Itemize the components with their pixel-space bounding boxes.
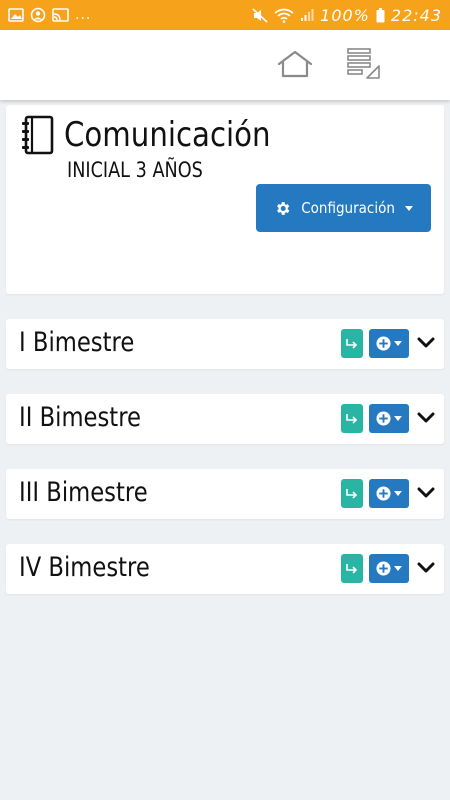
enter-arrow-icon [346, 413, 358, 424]
enter-button[interactable] [341, 404, 363, 433]
wifi-icon [274, 8, 294, 23]
bimestre-row-2[interactable]: II Bimestre [6, 394, 444, 444]
course-title: Comunicación [64, 115, 271, 155]
menu-button[interactable] [342, 44, 386, 84]
gear-icon [277, 201, 290, 215]
bimestre-label: IV Bimestre [19, 552, 150, 583]
enter-arrow-icon [346, 338, 358, 349]
enter-arrow-icon [346, 488, 358, 499]
battery-icon [376, 7, 385, 23]
add-dropdown-button[interactable] [369, 404, 409, 433]
plus-circle-icon [376, 486, 391, 501]
chevron-down-icon [417, 487, 435, 498]
bimestre-row-3[interactable]: III Bimestre [6, 469, 444, 519]
chevron-down-icon [417, 337, 435, 348]
expand-chevron[interactable] [416, 558, 436, 578]
gallery-icon [8, 8, 24, 22]
plus-circle-icon [376, 336, 391, 351]
caret-down-icon [394, 416, 402, 421]
status-bar: ... 100% 22:43 [0, 0, 450, 30]
status-left: ... [8, 7, 91, 23]
mute-icon [252, 7, 268, 23]
battery-percent: 100% [320, 5, 370, 25]
caret-down-icon [394, 491, 402, 496]
notebook-icon [22, 115, 54, 155]
chevron-down-icon [417, 562, 435, 573]
status-time: 22:43 [390, 5, 442, 25]
expand-chevron[interactable] [416, 333, 436, 353]
signal-icon [300, 8, 314, 22]
bimestre-label: II Bimestre [19, 402, 141, 433]
cast-icon [52, 8, 69, 22]
enter-arrow-icon [346, 563, 358, 574]
enter-button[interactable] [341, 554, 363, 583]
add-dropdown-button[interactable] [369, 479, 409, 508]
caret-down-icon [394, 566, 402, 571]
configuracion-label: Configuración [301, 199, 395, 217]
expand-chevron[interactable] [416, 408, 436, 428]
home-button[interactable] [273, 44, 317, 84]
bimestre-row-4[interactable]: IV Bimestre [6, 544, 444, 594]
status-right: 100% 22:43 [252, 6, 442, 25]
bimestre-row-1[interactable]: I Bimestre [6, 319, 444, 369]
app-header [0, 30, 450, 100]
status-more-dots: ... [75, 7, 92, 23]
home-icon [277, 50, 313, 78]
caret-down-icon [405, 205, 414, 211]
bimestre-label: III Bimestre [19, 477, 148, 508]
enter-button[interactable] [341, 479, 363, 508]
configuracion-button[interactable]: Configuración [256, 184, 431, 232]
chevron-down-icon [417, 412, 435, 423]
caret-down-icon [394, 341, 402, 346]
plus-circle-icon [376, 561, 391, 576]
bimestre-label: I Bimestre [19, 327, 135, 358]
add-dropdown-button[interactable] [369, 329, 409, 358]
plus-circle-icon [376, 411, 391, 426]
enter-button[interactable] [341, 329, 363, 358]
course-card: Comunicación INICIAL 3 AÑOS Configuració… [6, 105, 444, 294]
add-dropdown-button[interactable] [369, 554, 409, 583]
account-icon [30, 7, 46, 23]
menu-icon [347, 48, 380, 79]
expand-chevron[interactable] [416, 483, 436, 503]
course-subtitle: INICIAL 3 AÑOS [67, 158, 203, 182]
